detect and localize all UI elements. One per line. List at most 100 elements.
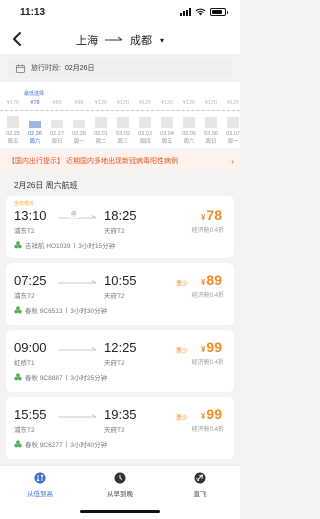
calendar-day[interactable]: ¥120 03.01 周二 — [90, 82, 112, 148]
price-value: 99 — [206, 406, 222, 422]
calendar-day-bar — [183, 117, 195, 128]
flight-card[interactable]: 09:00 12:25 虹桥T1 天府T2 春秋 9C8887 | 3小时25分钟 票少 ¥99… — [6, 330, 234, 392]
airline-info: 春秋 9C6513 | 3小时30分钟 — [14, 305, 107, 315]
calendar-day-weekday: 周日 — [51, 139, 63, 145]
calendar-day-price: ¥80 — [52, 100, 62, 106]
travel-notice-text: 【国内出行提示】 近期国内多地出现新冠病毒阳性病例 — [8, 158, 178, 165]
calendar-day[interactable]: ¥80 02.27 周日 — [46, 82, 68, 148]
route-connector-icon — [58, 280, 97, 284]
status-time: 11:13 — [20, 6, 46, 18]
calendar-day[interactable]: ¥120 03.02 周三 — [112, 82, 134, 148]
calendar-day-bar — [51, 120, 63, 128]
calendar-day-price: ¥170 — [6, 100, 20, 106]
date-range-value: 02月26日 — [64, 65, 95, 72]
calendar-day[interactable]: ¥120 03.03 周四 — [134, 82, 156, 148]
airline-flight-number: 春秋 9C8887 — [25, 375, 63, 382]
airline-logo-icon — [14, 373, 22, 381]
date-range-bar[interactable]: 旅行时段: 02月26日 — [8, 58, 232, 78]
departure-time: 09:00 — [14, 340, 47, 355]
currency-symbol: ¥ — [200, 412, 206, 421]
calendar-day-price: ¥78 — [30, 100, 40, 106]
calendar-day-weekday: 周四 — [139, 139, 151, 145]
calendar-day-price: ¥120 — [116, 100, 130, 106]
calendar-day-bar — [73, 120, 85, 128]
plane-icon — [194, 472, 206, 484]
signal-icon — [180, 8, 191, 16]
calendar-day-bar — [205, 117, 217, 128]
calendar-day-bar — [95, 117, 107, 128]
flight-card[interactable]: 当日低价 13:10 停 18:25 浦东T2 天府T2 吉祥航 HO1039 | 3小时15分… — [6, 196, 234, 258]
calendar-day[interactable]: ¥170 02.25 周五 — [2, 82, 24, 148]
cabin-discount: 经济舱0.4折 — [191, 360, 224, 366]
tab-label: 直飞 — [193, 491, 207, 498]
calendar-day-bar — [29, 121, 41, 128]
dropdown-caret-icon: ▾ — [159, 35, 164, 45]
origin-city: 上海 — [75, 35, 98, 47]
calendar-day-bar — [227, 117, 239, 128]
calendar-day[interactable]: ¥88 02.28 周一 — [68, 82, 90, 148]
calendar-day-weekday: 周二 — [95, 139, 107, 145]
wifi-icon — [195, 8, 206, 16]
calendar-day-price: ¥120 — [204, 100, 218, 106]
calendar-day-price: ¥88 — [74, 100, 84, 106]
calendar-day[interactable]: ¥120 03.04 周五 — [156, 82, 178, 148]
airline-flight-number: 春秋 9C6277 — [25, 442, 63, 449]
flight-tag: 当日低价 — [14, 201, 35, 207]
tab-direct[interactable]: 直飞 — [160, 466, 240, 519]
calendar-day-bar — [117, 117, 129, 128]
departure-airport: 浦东T2 — [14, 427, 35, 434]
arrival-time: 19:35 — [104, 407, 137, 422]
flight-card[interactable]: 07:25 10:55 浦东T2 天府T2 春秋 9C6513 | 3小时30分钟 票少 ¥89… — [6, 263, 234, 325]
clock-icon — [114, 472, 126, 484]
separator: | — [73, 241, 76, 249]
calendar-day-bar — [7, 116, 19, 128]
arrival-time: 10:55 — [104, 273, 137, 288]
airline-flight-number: 春秋 9C6513 — [25, 308, 63, 315]
calendar-day[interactable]: ¥120 03.05 周六 — [178, 82, 200, 148]
separator: | — [65, 306, 68, 314]
calendar-day-weekday: 周一 — [227, 139, 239, 145]
battery-icon — [210, 8, 228, 16]
price-value: 78 — [206, 207, 222, 223]
currency-symbol: ¥ — [200, 345, 206, 354]
nav-bar: 上海 成都 ▾ — [0, 24, 240, 54]
separator: | — [65, 440, 68, 448]
departure-time: 15:55 — [14, 407, 47, 422]
flight-duration: 3小时15分钟 — [78, 243, 116, 250]
calendar-day-weekday: 周五 — [161, 139, 173, 145]
destination-city: 成都 — [129, 35, 152, 47]
few-tickets-flag: 票少 — [175, 349, 188, 355]
route-arrow-icon — [104, 36, 123, 41]
departure-time: 07:25 — [14, 273, 47, 288]
calendar-day[interactable]: ¥120 03.06 周日 — [200, 82, 222, 148]
tab-label: 从低到高 — [27, 491, 53, 498]
calendar-day-weekday: 周六 — [29, 139, 41, 145]
calendar-day-bar — [139, 117, 151, 128]
flight-price: ¥99 — [201, 339, 222, 355]
cabin-discount: 经济舱0.4折 — [191, 228, 224, 234]
flight-card[interactable]: 15:55 19:35 浦东T2 天府T2 春秋 9C6277 | 3小时40分钟 票少 ¥99… — [6, 397, 234, 459]
low-price-calendar: 最低选择 ¥170 02.25 周五 ¥78 02.26 周六 ¥80 02.27 周日 ¥88 0… — [0, 82, 240, 148]
tab-low-to-high[interactable]: 从低到高 — [0, 466, 80, 519]
route-selector[interactable]: 上海 成都 ▾ — [0, 32, 240, 48]
airline-info: 春秋 9C6277 | 3小时40分钟 — [14, 439, 107, 449]
calendar-icon — [16, 64, 25, 73]
flight-price: ¥99 — [201, 406, 222, 422]
calendar-day-price: ¥120 — [138, 100, 152, 106]
arrival-airport: 天府T2 — [104, 360, 125, 367]
calendar-day[interactable]: ¥78 02.26 周六 — [24, 82, 46, 148]
departure-airport: 浦东T2 — [14, 228, 35, 235]
notice-chevron-icon: › — [231, 156, 234, 166]
calendar-day[interactable]: ¥120 03.07 周一 — [222, 82, 240, 148]
flight-duration: 3小时30分钟 — [70, 308, 108, 315]
travel-notice-banner[interactable]: 【国内出行提示】 近期国内多地出现新冠病毒阳性病例 › — [0, 152, 240, 170]
status-bar: 11:13 — [0, 0, 240, 24]
stop-label: 停 — [69, 210, 79, 218]
route-connector-icon — [58, 414, 97, 418]
cabin-discount: 经济舱0.4折 — [191, 293, 224, 299]
date-range-label: 旅行时段: — [31, 65, 61, 72]
route-connector-icon — [58, 347, 97, 351]
status-icons — [180, 8, 228, 16]
departure-airport: 浦东T2 — [14, 293, 35, 300]
arrival-airport: 天府T2 — [104, 228, 125, 235]
